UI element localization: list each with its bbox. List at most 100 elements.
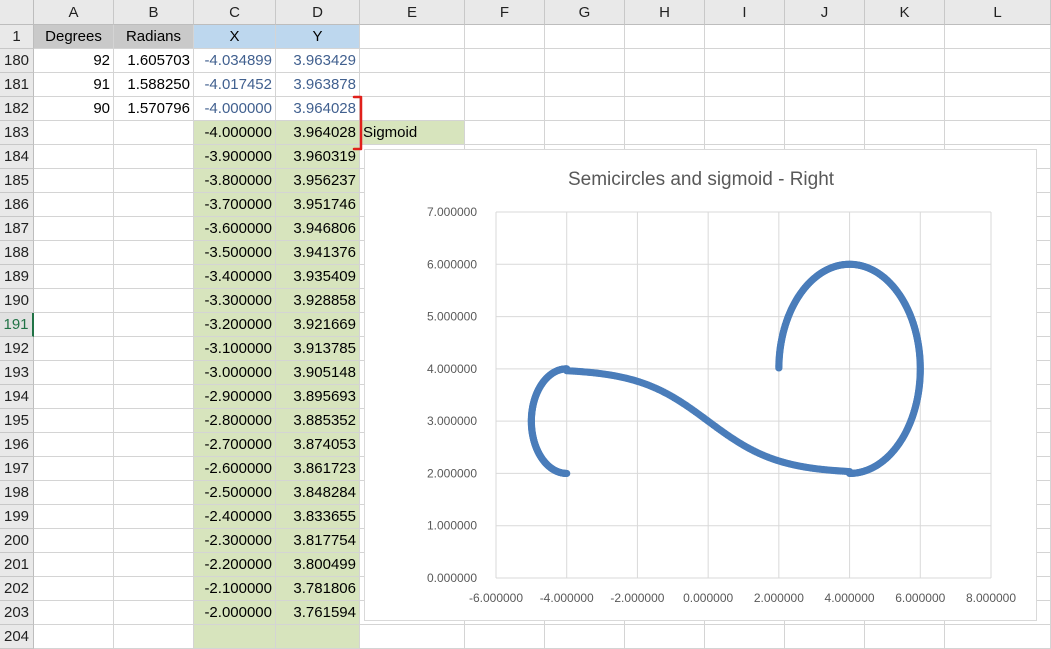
cell-c190[interactable]: -3.300000	[194, 289, 276, 313]
cell-f1[interactable]	[465, 25, 545, 49]
row-header-186[interactable]: 186	[0, 193, 34, 217]
cell-i204[interactable]	[705, 625, 785, 649]
cell-c196[interactable]: -2.700000	[194, 433, 276, 457]
column-header-b[interactable]: B	[114, 0, 194, 25]
row-header-181[interactable]: 181	[0, 73, 34, 97]
row-header-196[interactable]: 196	[0, 433, 34, 457]
cell-i183[interactable]	[705, 121, 785, 145]
cell-l204[interactable]	[945, 625, 1051, 649]
cell-i181[interactable]	[705, 73, 785, 97]
cell-c193[interactable]: -3.000000	[194, 361, 276, 385]
cell-c183[interactable]: -4.000000	[194, 121, 276, 145]
cell-d188[interactable]: 3.941376	[276, 241, 360, 265]
row-header-202[interactable]: 202	[0, 577, 34, 601]
cell-k1[interactable]	[865, 25, 945, 49]
row-header-197[interactable]: 197	[0, 457, 34, 481]
cell-a199[interactable]	[34, 505, 114, 529]
cell-a1[interactable]: Degrees	[34, 25, 114, 49]
cell-b194[interactable]	[114, 385, 194, 409]
cell-c188[interactable]: -3.500000	[194, 241, 276, 265]
cell-d195[interactable]: 3.885352	[276, 409, 360, 433]
row-header-200[interactable]: 200	[0, 529, 34, 553]
cell-c200[interactable]: -2.300000	[194, 529, 276, 553]
cell-l1[interactable]	[945, 25, 1051, 49]
cell-i182[interactable]	[705, 97, 785, 121]
cell-e204[interactable]	[360, 625, 465, 649]
row-header-191[interactable]: 191	[0, 313, 34, 337]
cell-a204[interactable]	[34, 625, 114, 649]
row-header-180[interactable]: 180	[0, 49, 34, 73]
cell-c204[interactable]	[194, 625, 276, 649]
cell-d201[interactable]: 3.800499	[276, 553, 360, 577]
cell-c189[interactable]: -3.400000	[194, 265, 276, 289]
cell-g182[interactable]	[545, 97, 625, 121]
cell-d199[interactable]: 3.833655	[276, 505, 360, 529]
cell-d203[interactable]: 3.761594	[276, 601, 360, 625]
cell-d198[interactable]: 3.848284	[276, 481, 360, 505]
cell-b193[interactable]	[114, 361, 194, 385]
cell-k180[interactable]	[865, 49, 945, 73]
cell-i1[interactable]	[705, 25, 785, 49]
cell-b191[interactable]	[114, 313, 194, 337]
cell-k181[interactable]	[865, 73, 945, 97]
row-header-185[interactable]: 185	[0, 169, 34, 193]
column-header-l[interactable]: L	[945, 0, 1051, 25]
row-header-204[interactable]: 204	[0, 625, 34, 649]
cell-i180[interactable]	[705, 49, 785, 73]
cell-d194[interactable]: 3.895693	[276, 385, 360, 409]
cell-a181[interactable]: 91	[34, 73, 114, 97]
cell-b195[interactable]	[114, 409, 194, 433]
row-header-187[interactable]: 187	[0, 217, 34, 241]
cell-d193[interactable]: 3.905148	[276, 361, 360, 385]
row-header-189[interactable]: 189	[0, 265, 34, 289]
cell-d190[interactable]: 3.928858	[276, 289, 360, 313]
cell-g183[interactable]	[545, 121, 625, 145]
cell-g204[interactable]	[545, 625, 625, 649]
cell-a191[interactable]	[34, 313, 114, 337]
cell-d1[interactable]: Y	[276, 25, 360, 49]
select-all-corner[interactable]	[0, 0, 34, 25]
cell-d187[interactable]: 3.946806	[276, 217, 360, 241]
cell-l181[interactable]	[945, 73, 1051, 97]
cell-b181[interactable]: 1.588250	[114, 73, 194, 97]
cell-b187[interactable]	[114, 217, 194, 241]
row-header-192[interactable]: 192	[0, 337, 34, 361]
cell-b188[interactable]	[114, 241, 194, 265]
cell-e180[interactable]	[360, 49, 465, 73]
row-header-199[interactable]: 199	[0, 505, 34, 529]
cell-e182[interactable]	[360, 97, 465, 121]
cell-b189[interactable]	[114, 265, 194, 289]
cell-c198[interactable]: -2.500000	[194, 481, 276, 505]
cell-e181[interactable]	[360, 73, 465, 97]
row-header-182[interactable]: 182	[0, 97, 34, 121]
cell-c184[interactable]: -3.900000	[194, 145, 276, 169]
cell-b1[interactable]: Radians	[114, 25, 194, 49]
cell-h181[interactable]	[625, 73, 705, 97]
cell-b201[interactable]	[114, 553, 194, 577]
cell-c186[interactable]: -3.700000	[194, 193, 276, 217]
cell-e1[interactable]	[360, 25, 465, 49]
cell-d184[interactable]: 3.960319	[276, 145, 360, 169]
cell-a203[interactable]	[34, 601, 114, 625]
cell-f180[interactable]	[465, 49, 545, 73]
cell-j181[interactable]	[785, 73, 865, 97]
column-header-a[interactable]: A	[34, 0, 114, 25]
column-header-g[interactable]: G	[545, 0, 625, 25]
cell-c194[interactable]: -2.900000	[194, 385, 276, 409]
cell-a188[interactable]	[34, 241, 114, 265]
cell-d186[interactable]: 3.951746	[276, 193, 360, 217]
cell-d181[interactable]: 3.963878	[276, 73, 360, 97]
cell-d200[interactable]: 3.817754	[276, 529, 360, 553]
cell-b199[interactable]	[114, 505, 194, 529]
cell-c202[interactable]: -2.100000	[194, 577, 276, 601]
cell-c191[interactable]: -3.200000	[194, 313, 276, 337]
cell-d183[interactable]: 3.964028	[276, 121, 360, 145]
column-header-h[interactable]: H	[625, 0, 705, 25]
cell-b202[interactable]	[114, 577, 194, 601]
column-header-k[interactable]: K	[865, 0, 945, 25]
cell-b196[interactable]	[114, 433, 194, 457]
cell-b186[interactable]	[114, 193, 194, 217]
cell-k183[interactable]	[865, 121, 945, 145]
cell-c181[interactable]: -4.017452	[194, 73, 276, 97]
cell-d204[interactable]	[276, 625, 360, 649]
